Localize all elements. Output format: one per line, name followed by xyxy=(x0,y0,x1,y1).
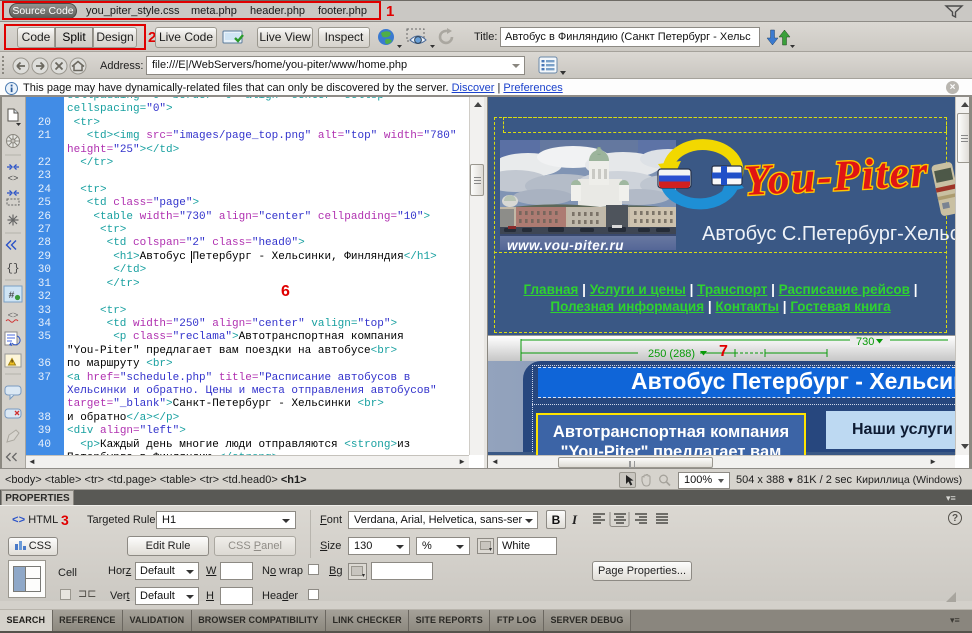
svg-text:730: 730 xyxy=(856,336,874,348)
svg-text:Автобус С.Петербург-Хельсинки: Автобус С.Петербург-Хельсинки xyxy=(702,223,955,245)
svg-text:<>: <> xyxy=(8,174,19,184)
svg-text:You-Piter: You-Piter xyxy=(743,148,930,205)
svg-text:{}: {} xyxy=(6,263,19,275)
svg-text:www.you-piter.ru: www.you-piter.ru xyxy=(507,238,624,250)
svg-text:250 (288): 250 (288) xyxy=(648,348,695,360)
svg-text:#: # xyxy=(8,291,14,302)
